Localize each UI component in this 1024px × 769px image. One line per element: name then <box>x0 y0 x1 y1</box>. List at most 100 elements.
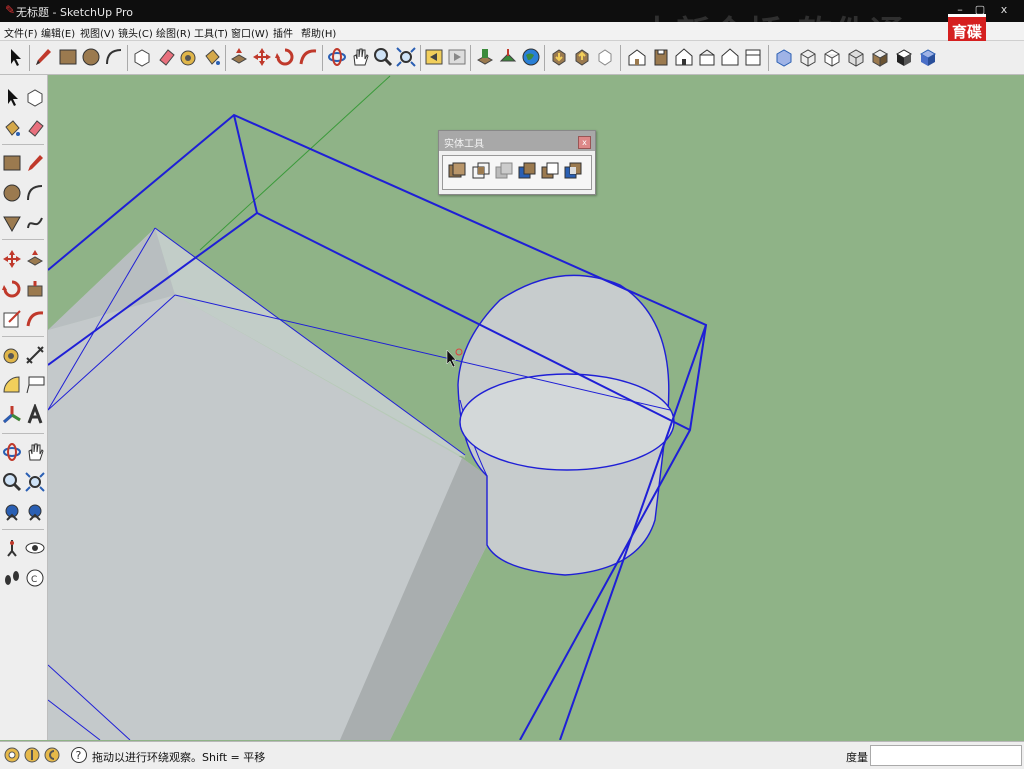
circle-icon[interactable] <box>1 182 23 204</box>
menu-plugins[interactable]: 插件 <box>273 25 293 40</box>
rectangle-icon[interactable] <box>57 46 79 68</box>
section-plane-icon[interactable]: C <box>24 567 46 589</box>
look-around-icon[interactable] <box>24 537 46 559</box>
user-icon[interactable] <box>43 746 61 764</box>
share-component-icon[interactable] <box>594 46 616 68</box>
scale-icon[interactable] <box>1 308 23 330</box>
push-pull-icon[interactable] <box>24 248 46 270</box>
push-pull-icon[interactable] <box>228 46 250 68</box>
toggle-terrain-icon[interactable] <box>497 46 519 68</box>
menu-view[interactable]: 视图(V) <box>80 25 115 40</box>
split-icon[interactable] <box>562 160 584 182</box>
tape-measure-icon[interactable] <box>1 344 23 366</box>
xray-style-icon[interactable] <box>773 46 795 68</box>
menu-camera[interactable]: 镜头(C) <box>118 25 153 40</box>
text-label-icon[interactable] <box>24 374 46 396</box>
measurements-input[interactable] <box>870 745 1022 766</box>
make-component-icon[interactable] <box>24 86 46 108</box>
rectangle-icon[interactable] <box>1 152 23 174</box>
polygon-icon[interactable] <box>1 212 23 234</box>
offset-icon[interactable] <box>24 308 46 330</box>
menu-file[interactable]: 文件(F) <box>4 25 38 40</box>
pan-hand-icon[interactable] <box>349 46 371 68</box>
shaded-textures-style-icon[interactable] <box>869 46 891 68</box>
hidden-line-style-icon[interactable] <box>821 46 843 68</box>
make-component-icon[interactable] <box>131 46 153 68</box>
union-icon[interactable] <box>493 160 515 182</box>
top-view-icon[interactable] <box>650 46 672 68</box>
outer-shell-icon[interactable] <box>446 160 468 182</box>
front-view-icon[interactable] <box>673 46 695 68</box>
paint-bucket-icon[interactable] <box>1 117 23 139</box>
shaded-style-icon[interactable] <box>845 46 867 68</box>
menu-edit[interactable]: 编辑(E) <box>41 25 75 40</box>
wireframe-style-icon[interactable] <box>797 46 819 68</box>
arc-icon[interactable] <box>103 46 125 68</box>
zoom-window-icon[interactable] <box>24 471 46 493</box>
menu-window[interactable]: 窗口(W) <box>231 25 269 40</box>
protractor-icon[interactable] <box>1 374 23 396</box>
toolbar-separator <box>620 45 621 71</box>
solid-tools-panel[interactable]: 实体工具 x <box>438 130 596 195</box>
credits-icon[interactable] <box>23 746 41 764</box>
3d-text-icon[interactable] <box>24 404 46 426</box>
previous-view-icon[interactable] <box>24 501 46 523</box>
select-icon[interactable] <box>4 46 26 68</box>
main-toolbar <box>0 41 1024 75</box>
menu-tools[interactable]: 工具(T) <box>194 25 228 40</box>
monochrome-style-icon[interactable] <box>893 46 915 68</box>
tape-measure-icon[interactable] <box>178 46 200 68</box>
orbit-icon[interactable] <box>1 441 23 463</box>
select-icon[interactable] <box>1 86 23 108</box>
eraser-icon[interactable] <box>24 117 46 139</box>
subtract-icon[interactable] <box>516 160 538 182</box>
move-icon[interactable] <box>251 46 273 68</box>
svg-text:?: ? <box>76 749 82 762</box>
pencil-icon[interactable] <box>32 46 54 68</box>
back-view-icon[interactable] <box>719 46 741 68</box>
right-view-icon[interactable] <box>696 46 718 68</box>
line-icon[interactable] <box>24 152 46 174</box>
google-earth-icon[interactable] <box>520 46 542 68</box>
intersect-icon[interactable] <box>470 160 492 182</box>
zoom-icon[interactable] <box>1 471 23 493</box>
previous-view-icon[interactable] <box>423 46 445 68</box>
freehand-icon[interactable] <box>24 212 46 234</box>
walk-icon[interactable] <box>1 567 23 589</box>
geo-location-icon[interactable] <box>3 746 21 764</box>
menu-help[interactable]: 帮助(H) <box>301 25 336 40</box>
dimension-icon[interactable] <box>24 344 46 366</box>
xray-shaded-style-icon[interactable] <box>917 46 939 68</box>
solid-tools-header[interactable]: 实体工具 x <box>439 131 595 151</box>
help-icon[interactable]: ? <box>70 746 88 764</box>
trim-icon[interactable] <box>539 160 561 182</box>
rotate-icon[interactable] <box>1 278 23 300</box>
move-icon[interactable] <box>1 248 23 270</box>
follow-me-icon[interactable] <box>297 46 319 68</box>
axes-icon[interactable] <box>1 404 23 426</box>
left-view-icon[interactable] <box>742 46 764 68</box>
share-model-icon[interactable] <box>571 46 593 68</box>
arc-icon[interactable] <box>24 182 46 204</box>
next-view-icon[interactable] <box>446 46 468 68</box>
toolbar-separator <box>2 336 44 337</box>
zoom-extents-icon[interactable] <box>395 46 417 68</box>
get-models-icon[interactable] <box>548 46 570 68</box>
paint-bucket-icon[interactable] <box>201 46 223 68</box>
menu-draw[interactable]: 绘图(R) <box>156 25 191 40</box>
close-window-button[interactable]: x <box>996 2 1012 18</box>
position-camera-icon[interactable] <box>1 537 23 559</box>
circle-icon[interactable] <box>80 46 102 68</box>
orbit-icon[interactable] <box>326 46 348 68</box>
pan-hand-icon[interactable] <box>24 441 46 463</box>
solid-tools-close-button[interactable]: x <box>578 136 591 149</box>
follow-me-icon[interactable] <box>24 278 46 300</box>
add-location-icon[interactable] <box>474 46 496 68</box>
zoom-extents-icon[interactable] <box>1 501 23 523</box>
cylinder-top-edge <box>459 373 675 471</box>
iso-view-icon[interactable] <box>626 46 648 68</box>
zoom-icon[interactable] <box>372 46 394 68</box>
rotate-icon[interactable] <box>274 46 296 68</box>
inference-point <box>455 348 463 356</box>
eraser-icon[interactable] <box>155 46 177 68</box>
